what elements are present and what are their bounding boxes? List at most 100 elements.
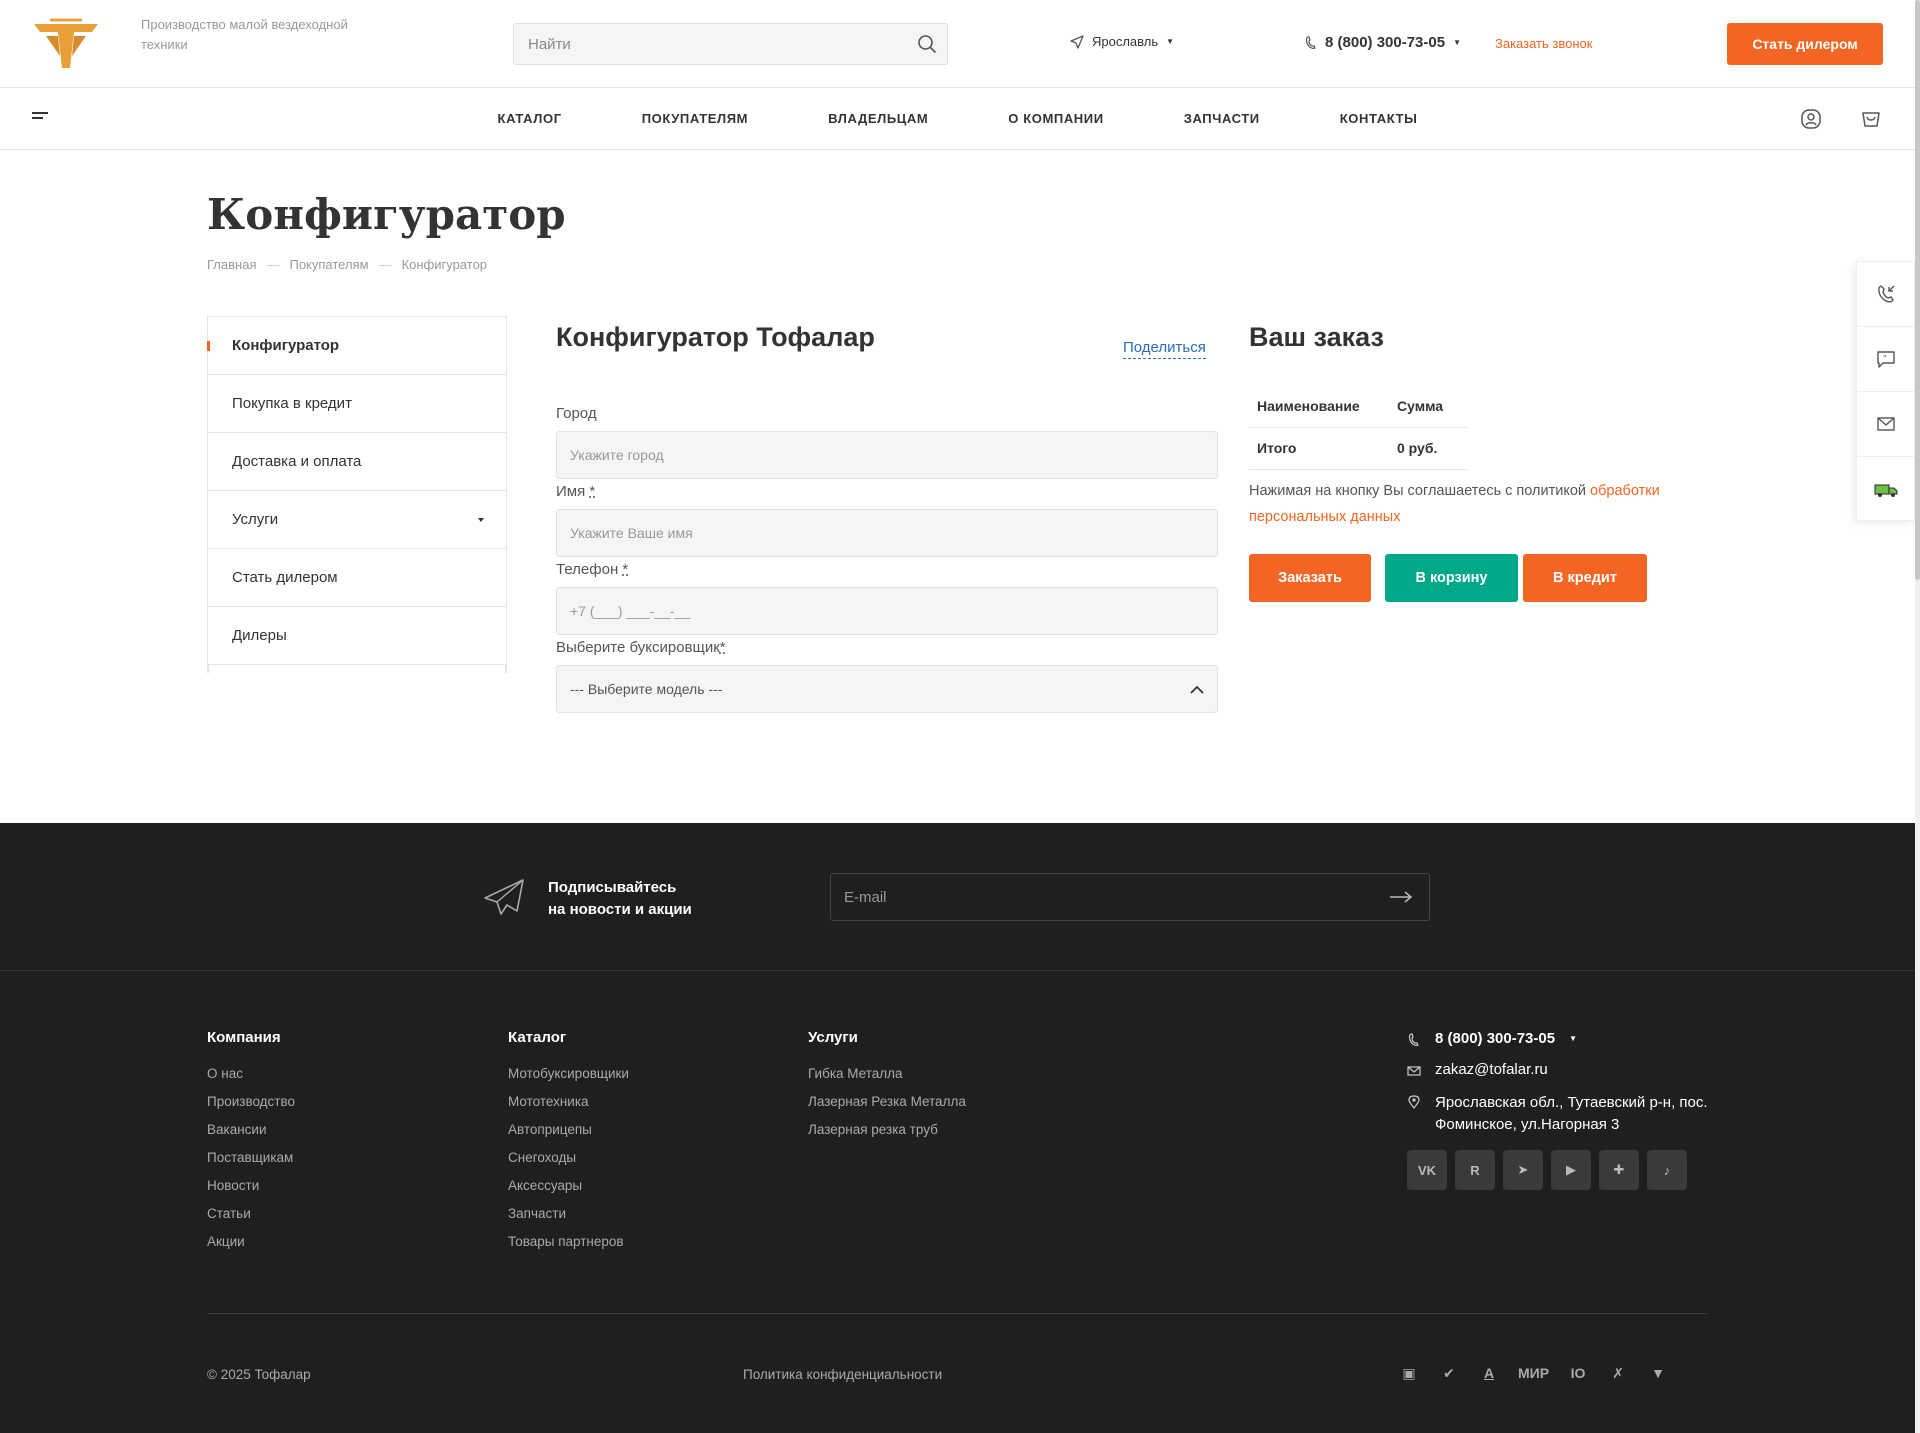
caret-down-icon: ▼ [1453, 38, 1462, 47]
phone-label-text: Телефон [556, 561, 619, 578]
footer-link[interactable]: Лазерная Резка Металла [808, 1094, 966, 1122]
nav-item-catalog[interactable]: КАТАЛОГ [458, 88, 602, 150]
location-arrow-icon [1070, 34, 1084, 49]
nav-item-contacts[interactable]: КОНТАКТЫ [1300, 88, 1458, 150]
name-input[interactable] [557, 510, 1217, 556]
cart-icon[interactable] [1860, 108, 1882, 130]
name-label: Имя * [556, 483, 595, 500]
vk-icon[interactable]: VK [1407, 1150, 1447, 1190]
footer-company-title: Компания [207, 1029, 281, 1046]
nav-item-owners[interactable]: ВЛАДЕЛЬЦАМ [788, 88, 968, 150]
footer-link[interactable]: Поставщикам [207, 1150, 295, 1178]
social-links: VK R ➤ ▶ ✚ ♪ [1407, 1150, 1727, 1190]
footer-phone[interactable]: 8 (800) 300-73-05 ▼ [1407, 1030, 1727, 1047]
user-icon[interactable] [1800, 108, 1822, 130]
subscribe-section: Подписывайтесь на новости и акции [0, 823, 1915, 971]
sidebar-item-dealers[interactable]: Дилеры [208, 607, 506, 665]
location-pin-icon [1408, 1095, 1420, 1109]
sbp-icon: ✔ [1443, 1364, 1455, 1381]
model-label: Выберите буксировщик* [556, 639, 726, 656]
telegram-icon[interactable]: ➤ [1503, 1150, 1543, 1190]
city-selector[interactable]: Ярославль ▼ [1070, 34, 1174, 49]
truck-icon [1873, 483, 1898, 497]
footer-contacts: 8 (800) 300-73-05 ▼ zakaz@tofalar.ru Яро… [1407, 1030, 1727, 1190]
tiktok-icon[interactable]: ♪ [1647, 1150, 1687, 1190]
paper-plane-icon [484, 879, 524, 915]
mir-icon: МИР [1518, 1365, 1550, 1381]
sidebar-menu: Конфигуратор Покупка в кредит Доставка и… [207, 316, 507, 673]
footer-link[interactable]: Статьи [207, 1206, 295, 1234]
dzen-icon[interactable]: ✚ [1599, 1150, 1639, 1190]
nav-item-parts[interactable]: ЗАПЧАСТИ [1144, 88, 1300, 150]
footer-phone-number: 8 (800) 300-73-05 [1435, 1030, 1556, 1047]
phone-icon [1305, 35, 1316, 49]
sidebar-scroll-stub [208, 665, 506, 673]
float-callback[interactable] [1857, 262, 1914, 327]
city-name: Ярославль [1092, 34, 1159, 49]
float-chat[interactable]: " [1857, 327, 1914, 392]
become-dealer-button[interactable]: Стать дилером [1727, 23, 1883, 65]
payment-methods: ▣ ✔ A МИР IO ✗ ▼ [1398, 1362, 1669, 1384]
page-scrollbar[interactable] [1915, 0, 1920, 1433]
breadcrumb-buyers[interactable]: Покупателям [289, 257, 368, 272]
footer-email-address: zakaz@tofalar.ru [1435, 1061, 1548, 1078]
caret-down-icon[interactable] [478, 518, 484, 522]
scrollbar-thumb[interactable] [1915, 0, 1920, 580]
footer-link[interactable]: Вакансии [207, 1122, 295, 1150]
callback-link[interactable]: Заказать звонок [1495, 36, 1592, 51]
footer-link[interactable]: Товары партнеров [508, 1234, 629, 1262]
footer-link[interactable]: Автоприцепы [508, 1122, 629, 1150]
footer-link[interactable]: Лазерная резка труб [808, 1122, 966, 1150]
search-box [513, 23, 948, 65]
privacy-policy-footer-link[interactable]: Политика конфиденциальности [743, 1367, 942, 1382]
footer-link[interactable]: Аксессуары [508, 1178, 629, 1206]
youtube-icon[interactable]: ▶ [1551, 1150, 1591, 1190]
subscribe-email-input[interactable] [831, 874, 1371, 920]
arrow-right-icon[interactable] [1389, 889, 1413, 905]
sidebar-item-configurator[interactable]: Конфигуратор [207, 317, 506, 375]
credit-button[interactable]: В кредит [1523, 554, 1647, 602]
search-input[interactable] [514, 24, 894, 64]
copyright: © 2025 Тофалар [207, 1367, 311, 1382]
footer-link[interactable]: Запчасти [508, 1206, 629, 1234]
footer-address-text: Ярославская обл., Тутаевский р-н, пос. Ф… [1435, 1094, 1708, 1133]
footer-link[interactable]: О нас [207, 1066, 295, 1094]
city-input[interactable] [557, 432, 1217, 478]
order-total-label: Итого [1249, 427, 1389, 470]
sidebar-item-delivery[interactable]: Доставка и оплата [208, 433, 506, 491]
nav-item-buyers[interactable]: ПОКУПАТЕЛЯМ [602, 88, 788, 150]
breadcrumb-home[interactable]: Главная [207, 257, 256, 272]
chevron-up-icon [1190, 685, 1204, 694]
page: Производство малой вездеходной техники Я… [0, 0, 1920, 1433]
footer-divider [207, 1313, 1707, 1314]
header-phone[interactable]: 8 (800) 300-73-05 ▼ [1305, 34, 1461, 51]
order-button[interactable]: Заказать [1249, 554, 1371, 602]
search-icon[interactable] [917, 34, 937, 54]
footer-link[interactable]: Мототехника [508, 1094, 629, 1122]
share-link[interactable]: Поделиться [1123, 339, 1206, 359]
card-icon: ▣ [1402, 1364, 1416, 1381]
footer-link[interactable]: Гибка Металла [808, 1066, 966, 1094]
footer-link[interactable]: Снегоходы [508, 1150, 629, 1178]
footer-link[interactable]: Мотобуксировщики [508, 1066, 629, 1094]
footer-link[interactable]: Производство [207, 1094, 295, 1122]
footer-link[interactable]: Новости [207, 1178, 295, 1206]
model-select[interactable]: --- Выберите модель --- [556, 665, 1218, 713]
sidebar-item-become-dealer[interactable]: Стать дилером [208, 549, 506, 607]
float-email[interactable] [1857, 392, 1914, 457]
phone-input[interactable] [557, 588, 1217, 634]
sidebar-item-credit[interactable]: Покупка в кредит [208, 375, 506, 433]
footer-email[interactable]: zakaz@tofalar.ru [1407, 1061, 1727, 1078]
floating-contact-panel: " [1856, 261, 1915, 521]
nav-item-about[interactable]: О КОМПАНИИ [968, 88, 1143, 150]
breadcrumb-current: Конфигуратор [401, 257, 488, 272]
float-delivery[interactable] [1857, 457, 1914, 522]
logo-icon[interactable] [30, 16, 102, 72]
name-label-text: Имя [556, 483, 586, 500]
city-label: Город [556, 405, 597, 422]
footer-link[interactable]: Акции [207, 1234, 295, 1262]
add-to-cart-button[interactable]: В корзину [1385, 554, 1518, 602]
caret-down-icon: ▼ [1569, 1034, 1578, 1043]
rutube-icon[interactable]: R [1455, 1150, 1495, 1190]
sidebar-item-services[interactable]: Услуги [208, 491, 506, 549]
